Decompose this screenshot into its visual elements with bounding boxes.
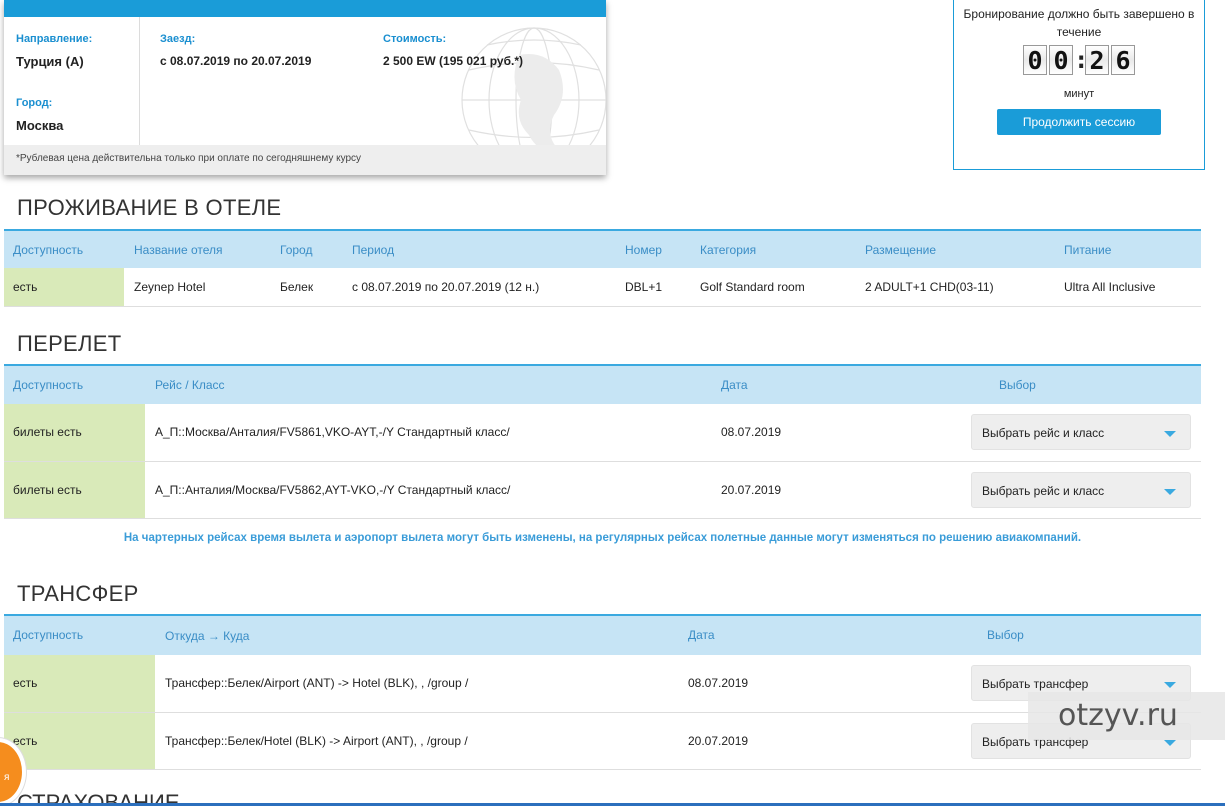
continue-session-button[interactable]: Продолжить сессию [997,109,1161,135]
transfer-row: есть Трансфер::Белек/Hotel (BLK) -> Airp… [4,713,1201,770]
col-placement: Размещение [865,243,936,257]
hotel-category: Golf Standard room [700,280,805,294]
cost-label: Стоимость: [383,33,447,45]
col-period: Период [352,243,395,257]
booking-summary-card: Направление: Турция (А) Город: Москва За… [4,0,606,175]
transfer-row: есть Трансфер::Белек/Airport (ANT) -> Ho… [4,655,1201,713]
checkin-value: с 08.07.2019 по 20.07.2019 [160,54,312,68]
flight-row: билеты есть А_П::Анталия/Москва/FV5862,A… [4,462,1201,519]
timer-unit: минут [1063,88,1095,100]
chevron-down-icon [1164,740,1176,746]
col-date: Дата [688,628,715,642]
col-hotel-name: Название отеля [134,243,223,257]
flight-notice: На чартерных рейсах время вылета и аэроп… [123,532,1082,544]
transfer-date: 20.07.2019 [688,734,749,748]
checkin-label: Заезд: [160,33,196,45]
timer-digit: 2 [1085,45,1109,75]
col-choice: Выбор [987,628,1024,642]
hotel-city: Белек [280,280,314,294]
col-availability: Доступность [13,628,84,642]
flight-availability: билеты есть [4,462,145,518]
col-from-to: Откуда → Куда [165,629,250,643]
hotel-room: DBL+1 [625,280,663,294]
hotel-availability: есть [4,268,124,306]
timer-separator: : [1074,46,1089,74]
chevron-down-icon [1164,682,1176,688]
col-availability: Доступность [13,378,84,392]
hotel-meal: Ultra All Inclusive [1064,280,1156,294]
flight-date: 20.07.2019 [721,483,782,497]
session-timer-panel: Бронирование должно быть завершено в теч… [953,0,1205,170]
flight-row: билеты есть А_П::Москва/Анталия/FV5861,V… [4,404,1201,462]
floating-badge-label: я [4,772,10,783]
col-availability: Доступность [13,243,84,257]
transfer-date: 08.07.2019 [688,676,749,690]
flight-route: А_П::Анталия/Москва/FV5862,AYT-VKO,-/Y С… [155,483,511,497]
transfer-availability: есть [4,655,155,712]
col-room: Номер [625,243,662,257]
transfer-section-title: ТРАНСФЕР [17,581,139,606]
flight-route: А_П::Москва/Анталия/FV5861,VKO-AYT,-/Y С… [155,425,510,439]
select-flight-label: Выбрать рейс и класс [982,484,1105,498]
col-category: Категория [700,243,757,257]
col-city: Город [280,243,313,257]
city-value: Москва [16,118,64,133]
flight-section-title: ПЕРЕЛЕТ [17,331,122,356]
transfer-route: Трансфер::Белек/Hotel (BLK) -> Airport (… [165,734,468,748]
hotel-name: Zeynep Hotel [134,280,206,294]
col-meal: Питание [1064,243,1112,257]
direction-label: Направление: [16,33,93,45]
hotel-section-title: ПРОЖИВАНИЕ В ОТЕЛЕ [17,195,282,220]
hotel-row: есть Zeynep Hotel Белек с 08.07.2019 по … [4,268,1201,307]
select-flight-label: Выбрать рейс и класс [982,426,1105,440]
flight-availability: билеты есть [4,404,145,461]
transfer-route: Трансфер::Белек/Airport (ANT) -> Hotel (… [165,676,469,690]
timer-digit: 0 [1023,45,1047,75]
select-flight-dropdown[interactable]: Выбрать рейс и класс [971,472,1191,508]
timer-text: Бронирование должно быть завершено в теч… [963,7,1195,39]
summary-top-bar [4,0,606,17]
price-footnote: *Рублевая цена действительна только при … [4,145,606,175]
transfer-table-header: Доступность Откуда → Куда Дата Выбор [4,614,1201,655]
col-flight-class: Рейс / Класс [155,378,225,392]
summary-divider [139,17,140,145]
hotel-placement: 2 ADULT+1 CHD(03-11) [865,280,994,294]
select-flight-dropdown[interactable]: Выбрать рейс и класс [971,414,1191,450]
select-transfer-label: Выбрать трансфер [982,677,1089,691]
direction-value: Турция (А) [16,54,84,69]
transfer-availability: есть [4,713,155,769]
chevron-down-icon [1164,489,1176,495]
timer-digit: 6 [1111,45,1135,75]
city-label: Город: [16,97,53,109]
hotel-period: с 08.07.2019 по 20.07.2019 (12 н.) [352,280,540,294]
chevron-down-icon [1164,431,1176,437]
flight-date: 08.07.2019 [721,425,782,439]
timer-digits: 0 0 : 2 6 [954,45,1204,75]
flight-table-header: Доступность Рейс / Класс Дата Выбор [4,364,1201,404]
timer-digit: 0 [1049,45,1073,75]
col-date: Дата [721,378,748,392]
watermark: otzyv.ru [1028,692,1225,740]
cost-value: 2 500 EW (195 021 руб.*) [383,54,523,68]
col-choice: Выбор [999,378,1036,392]
hotel-table-header: Доступность Название отеля Город Период … [4,229,1201,268]
